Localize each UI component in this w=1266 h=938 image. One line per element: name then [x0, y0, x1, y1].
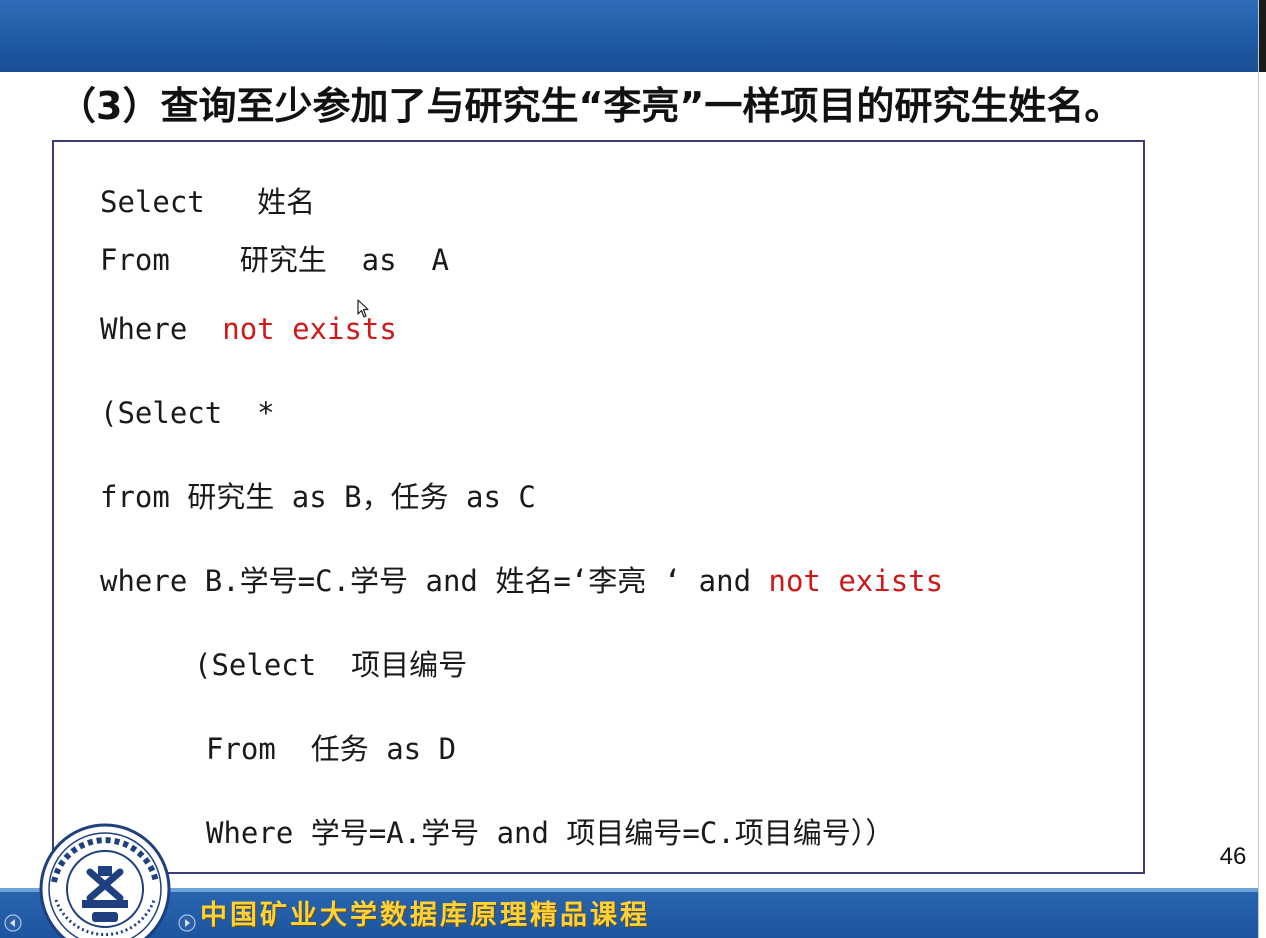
sql-code-box: Select 姓名 From 研究生 as A Where not exists… [52, 140, 1145, 874]
scrollbar-thumb[interactable] [1259, 0, 1266, 72]
next-slide-icon[interactable] [178, 914, 196, 932]
code-line-1: Select 姓名 [100, 182, 315, 222]
where-clause: where B.学号=C.学号 and 姓名=‘李亮 ‘ and [100, 564, 769, 598]
from-keyword: From [100, 243, 170, 277]
scrollbar[interactable] [1258, 0, 1266, 938]
star-symbol: * [257, 396, 275, 430]
footer-highlight [0, 888, 1258, 892]
subquery-open: (Select [100, 396, 223, 430]
not-exists-keyword-2: not exists [768, 564, 944, 598]
code-line-6: where B.学号=C.学号 and 姓名=‘李亮 ‘ and not exi… [100, 561, 943, 601]
slide: （3）查询至少参加了与研究生“李亮”一样项目的研究生姓名。 Select 姓名 … [0, 0, 1266, 938]
code-line-4: (Select * [100, 393, 275, 433]
table-name: 研究生 [239, 243, 327, 277]
code-line-3: Where not exists [100, 309, 397, 349]
slide-title: （3）查询至少参加了与研究生“李亮”一样项目的研究生姓名。 [58, 84, 1123, 128]
page-number: 46 [1219, 843, 1247, 870]
code-line-8: From 任务 as D [206, 732, 457, 766]
university-seal-icon [39, 823, 171, 938]
code-line-5: from 研究生 as B，任务 as C [100, 480, 536, 514]
code-line-2: From 研究生 as A [100, 240, 449, 280]
column-name: 姓名 [257, 185, 316, 219]
mouse-pointer-icon [357, 299, 369, 318]
course-title: 中国矿业大学数据库原理精品课程 [200, 900, 650, 931]
previous-slide-icon[interactable] [4, 914, 22, 932]
as-keyword: as [361, 243, 397, 277]
code-line-7: (Select 项目编号 [194, 648, 468, 682]
table-alias: A [431, 243, 449, 277]
select-keyword: Select [100, 185, 205, 219]
header-band [0, 0, 1258, 72]
code-line-9: Where 学号=A.学号 and 项目编号=C.项目编号）） [206, 816, 895, 850]
where-keyword: Where [100, 312, 188, 346]
